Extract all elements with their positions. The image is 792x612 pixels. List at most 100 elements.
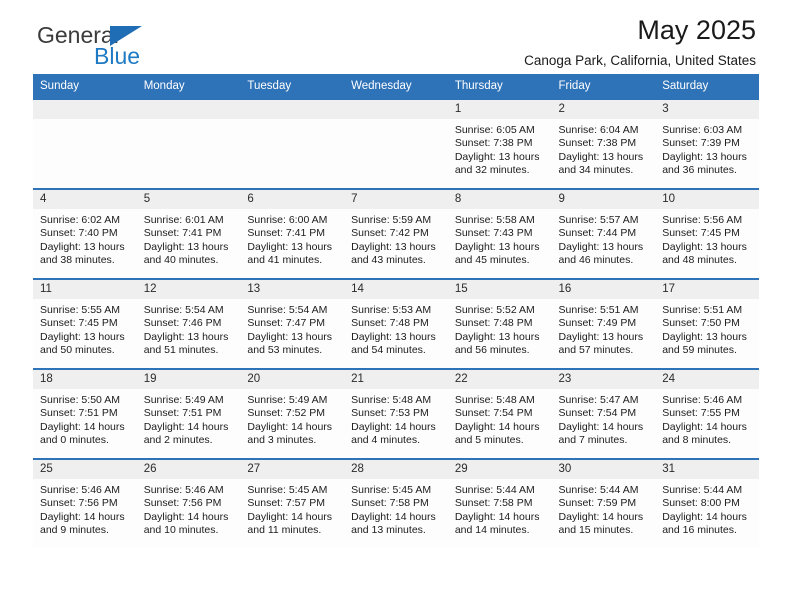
day-cell-inner: 5 Sunrise: 6:01 AM Sunset: 7:41 PM Daylight… <box>136 190 241 278</box>
day-detail-daylight1: Daylight: 14 hours <box>247 510 333 523</box>
day-cell-inner: 10 Sunrise: 5:56 AM Sunset: 7:45 PM Dayligh… <box>655 190 759 278</box>
calendar-day-cell[interactable]: 8 Sunrise: 5:58 AM Sunset: 7:43 PM Daylight… <box>447 188 552 279</box>
calendar-day-cell[interactable]: 21 Sunrise: 5:48 AM Sunset: 7:53 PM Dayligh… <box>344 368 448 459</box>
day-cell-inner: 2 Sunrise: 6:04 AM Sunset: 7:38 PM Daylight… <box>551 100 656 188</box>
calendar-day-cell-empty <box>344 98 448 189</box>
header-titles: May 2025 Canoga Park, California, United… <box>524 14 759 70</box>
calendar-day-cell[interactable]: 11 Sunrise: 5:55 AM Sunset: 7:45 PM Dayligh… <box>33 278 137 369</box>
calendar-day-cell[interactable]: 1 Sunrise: 6:05 AM Sunset: 7:38 PM Daylight… <box>447 98 552 189</box>
day-cell-inner <box>33 100 137 188</box>
day-detail-daylight1: Daylight: 13 hours <box>662 240 747 253</box>
day-number <box>344 100 448 119</box>
calendar-day-cell[interactable]: 27 Sunrise: 5:45 AM Sunset: 7:57 PM Dayligh… <box>240 458 345 548</box>
day-detail-daylight1: Daylight: 13 hours <box>454 240 540 253</box>
day-cell-inner: 28 Sunrise: 5:45 AM Sunset: 7:58 PM Dayligh… <box>344 460 448 548</box>
day-cell-inner: 29 Sunrise: 5:44 AM Sunset: 7:58 PM Dayligh… <box>447 460 552 548</box>
calendar-day-cell[interactable]: 13 Sunrise: 5:54 AM Sunset: 7:47 PM Dayligh… <box>240 278 345 369</box>
weekday-header-monday: Monday <box>136 74 241 99</box>
calendar-day-cell[interactable]: 19 Sunrise: 5:49 AM Sunset: 7:51 PM Dayligh… <box>136 368 241 459</box>
day-detail-daylight2: and 15 minutes. <box>558 524 634 537</box>
calendar-day-cell[interactable]: 24 Sunrise: 5:46 AM Sunset: 7:55 PM Dayligh… <box>655 368 759 459</box>
calendar-day-cell[interactable]: 23 Sunrise: 5:47 AM Sunset: 7:54 PM Dayligh… <box>551 368 656 459</box>
calendar-day-cell[interactable]: 31 Sunrise: 5:44 AM Sunset: 8:00 PM Dayligh… <box>655 458 759 548</box>
day-cell-inner: 1 Sunrise: 6:05 AM Sunset: 7:38 PM Daylight… <box>447 100 552 188</box>
day-detail-daylight2: and 51 minutes. <box>143 344 219 357</box>
day-detail-daylight2: and 56 minutes. <box>454 344 530 357</box>
day-detail-daylight1: Daylight: 14 hours <box>143 420 229 433</box>
day-detail-sunrise: Sunrise: 5:47 AM <box>558 394 639 406</box>
day-number: 30 <box>551 460 656 479</box>
day-cell-inner: 17 Sunrise: 5:51 AM Sunset: 7:50 PM Dayligh… <box>655 280 759 368</box>
day-detail-sunset: Sunset: 7:45 PM <box>40 317 118 330</box>
day-detail-daylight2: and 46 minutes. <box>558 254 634 267</box>
calendar-day-cell[interactable]: 2 Sunrise: 6:04 AM Sunset: 7:38 PM Daylight… <box>551 98 656 189</box>
brand-logo[interactable]: General Blue <box>33 24 233 72</box>
day-detail-daylight2: and 34 minutes. <box>558 164 634 177</box>
calendar-day-cell[interactable]: 30 Sunrise: 5:44 AM Sunset: 7:59 PM Dayligh… <box>551 458 656 548</box>
calendar-day-cell[interactable]: 15 Sunrise: 5:52 AM Sunset: 7:48 PM Dayligh… <box>447 278 552 369</box>
calendar-day-cell[interactable]: 20 Sunrise: 5:49 AM Sunset: 7:52 PM Dayligh… <box>240 368 345 459</box>
day-cell-inner: 8 Sunrise: 5:58 AM Sunset: 7:43 PM Daylight… <box>447 190 552 278</box>
calendar-day-cell[interactable]: 3 Sunrise: 6:03 AM Sunset: 7:39 PM Daylight… <box>655 98 759 189</box>
day-detail-daylight2: and 7 minutes. <box>558 434 628 447</box>
day-detail-sunrise: Sunrise: 5:45 AM <box>351 484 432 496</box>
day-detail-sunset: Sunset: 7:51 PM <box>143 407 222 420</box>
day-detail-daylight1: Daylight: 13 hours <box>143 330 229 343</box>
day-detail-sunset: Sunset: 7:50 PM <box>662 317 740 330</box>
day-detail-daylight2: and 59 minutes. <box>662 344 737 357</box>
day-detail-sunset: Sunset: 7:56 PM <box>143 497 222 510</box>
day-cell-inner: 23 Sunrise: 5:47 AM Sunset: 7:54 PM Dayligh… <box>551 370 656 458</box>
calendar-day-cell-empty <box>33 98 137 189</box>
day-details: Sunrise: 5:51 AM Sunset: 7:50 PM Daylight:… <box>655 299 759 358</box>
day-detail-daylight2: and 4 minutes. <box>351 434 420 447</box>
day-cell-inner: 11 Sunrise: 5:55 AM Sunset: 7:45 PM Dayligh… <box>33 280 137 368</box>
calendar-day-cell[interactable]: 9 Sunrise: 5:57 AM Sunset: 7:44 PM Daylight… <box>551 188 656 279</box>
day-detail-daylight2: and 53 minutes. <box>247 344 323 357</box>
day-detail-sunset: Sunset: 7:41 PM <box>143 227 222 240</box>
calendar-day-cell[interactable]: 6 Sunrise: 6:00 AM Sunset: 7:41 PM Daylight… <box>240 188 345 279</box>
day-number: 1 <box>447 100 552 119</box>
day-detail-sunset: Sunset: 7:38 PM <box>558 137 637 150</box>
brand-name-blue: Blue <box>94 43 141 69</box>
day-cell-inner: 30 Sunrise: 5:44 AM Sunset: 7:59 PM Dayligh… <box>551 460 656 548</box>
day-details: Sunrise: 5:44 AM Sunset: 8:00 PM Daylight:… <box>655 479 759 538</box>
day-detail-sunrise: Sunrise: 5:57 AM <box>558 214 639 226</box>
calendar-day-cell[interactable]: 4 Sunrise: 6:02 AM Sunset: 7:40 PM Daylight… <box>33 188 137 279</box>
calendar-day-cell[interactable]: 10 Sunrise: 5:56 AM Sunset: 7:45 PM Dayligh… <box>655 188 759 279</box>
day-detail-daylight2: and 11 minutes. <box>247 524 322 537</box>
calendar-day-cell[interactable]: 5 Sunrise: 6:01 AM Sunset: 7:41 PM Daylight… <box>136 188 241 279</box>
calendar-day-cell[interactable]: 18 Sunrise: 5:50 AM Sunset: 7:51 PM Dayligh… <box>33 368 137 459</box>
calendar-day-cell[interactable]: 28 Sunrise: 5:45 AM Sunset: 7:58 PM Dayligh… <box>344 458 448 548</box>
calendar-week-row: 11 Sunrise: 5:55 AM Sunset: 7:45 PM Dayligh… <box>33 278 759 369</box>
calendar-day-cell[interactable]: 12 Sunrise: 5:54 AM Sunset: 7:46 PM Dayligh… <box>136 278 241 369</box>
day-detail-daylight2: and 38 minutes. <box>40 254 115 267</box>
calendar-day-cell[interactable]: 7 Sunrise: 5:59 AM Sunset: 7:42 PM Daylight… <box>344 188 448 279</box>
calendar-day-cell[interactable]: 22 Sunrise: 5:48 AM Sunset: 7:54 PM Dayligh… <box>447 368 552 459</box>
weekday-header-friday: Friday <box>551 74 656 99</box>
calendar-day-cell[interactable]: 16 Sunrise: 5:51 AM Sunset: 7:49 PM Dayligh… <box>551 278 656 369</box>
day-details: Sunrise: 5:49 AM Sunset: 7:52 PM Daylight:… <box>240 389 344 448</box>
day-detail-daylight2: and 16 minutes. <box>662 524 737 537</box>
day-details: Sunrise: 5:54 AM Sunset: 7:46 PM Daylight:… <box>137 299 241 358</box>
day-cell-inner: 3 Sunrise: 6:03 AM Sunset: 7:39 PM Daylight… <box>655 100 759 188</box>
calendar-day-cell[interactable]: 17 Sunrise: 5:51 AM Sunset: 7:50 PM Dayligh… <box>655 278 759 369</box>
day-number: 2 <box>551 100 656 119</box>
day-number: 8 <box>447 190 552 209</box>
day-details: Sunrise: 5:46 AM Sunset: 7:56 PM Daylight:… <box>33 479 137 538</box>
day-detail-sunset: Sunset: 7:40 PM <box>40 227 118 240</box>
calendar-day-cell[interactable]: 14 Sunrise: 5:53 AM Sunset: 7:48 PM Dayligh… <box>344 278 448 369</box>
day-detail-daylight2: and 3 minutes. <box>247 434 317 447</box>
day-number: 15 <box>447 280 552 299</box>
calendar-day-cell[interactable]: 29 Sunrise: 5:44 AM Sunset: 7:58 PM Dayligh… <box>447 458 552 548</box>
day-detail-sunrise: Sunrise: 5:59 AM <box>351 214 432 226</box>
calendar-day-cell[interactable]: 26 Sunrise: 5:46 AM Sunset: 7:56 PM Dayligh… <box>136 458 241 548</box>
day-detail-sunset: Sunset: 7:58 PM <box>454 497 533 510</box>
day-details: Sunrise: 6:04 AM Sunset: 7:38 PM Daylight:… <box>552 119 656 178</box>
day-number: 17 <box>655 280 759 299</box>
day-number: 10 <box>655 190 759 209</box>
calendar-day-cell[interactable]: 25 Sunrise: 5:46 AM Sunset: 7:56 PM Dayligh… <box>33 458 137 548</box>
day-detail-sunrise: Sunrise: 5:53 AM <box>351 304 432 316</box>
day-number <box>240 100 345 119</box>
day-details: Sunrise: 5:48 AM Sunset: 7:53 PM Daylight:… <box>344 389 448 448</box>
day-detail-sunset: Sunset: 7:56 PM <box>40 497 118 510</box>
